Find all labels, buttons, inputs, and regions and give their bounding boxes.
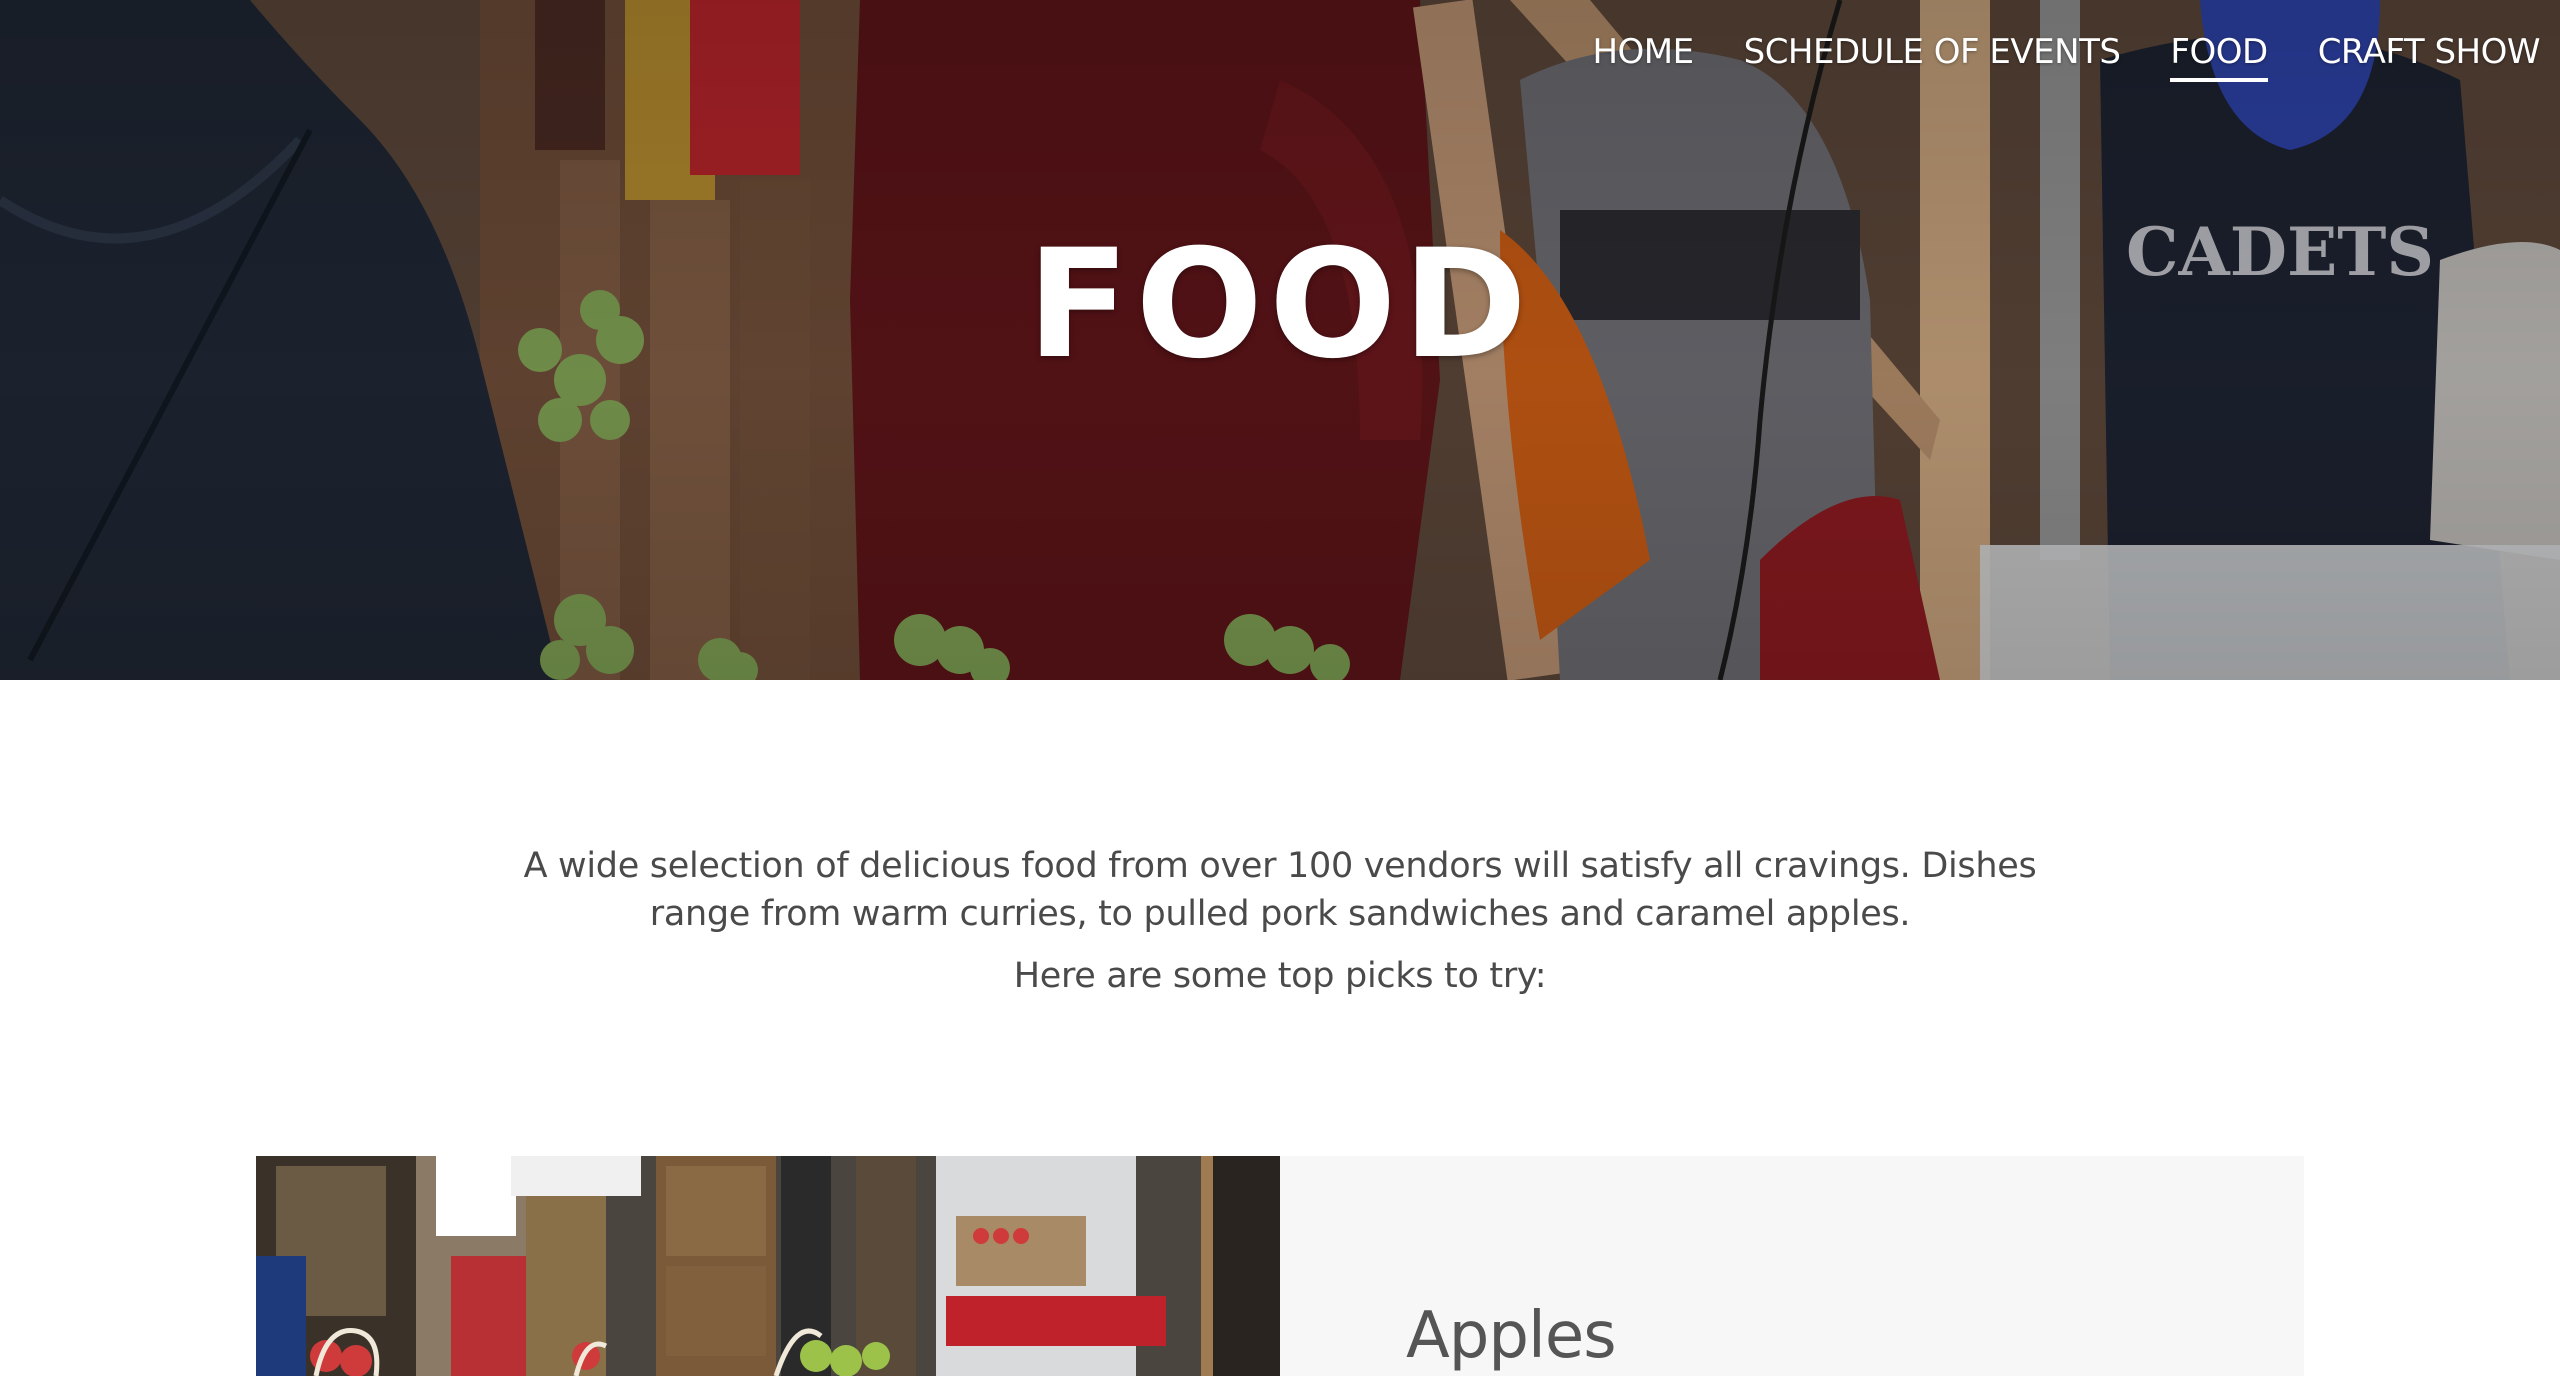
intro-text: A wide selection of delicious food from …	[523, 846, 2037, 934]
top-picks-text: Here are some top picks to try:	[1013, 956, 1547, 996]
food-card-photo	[256, 1156, 1280, 1376]
hero-banner: CADETS HOME SCHEDULE OF EVENTS FOOD CRAF…	[0, 0, 2560, 680]
intro-section: A wide selection of delicious food from …	[480, 842, 2080, 1000]
nav-item-schedule-of-events[interactable]: SCHEDULE OF EVENTS	[1744, 28, 2121, 76]
nav-item-home[interactable]: HOME	[1592, 28, 1694, 76]
main-nav: HOME SCHEDULE OF EVENTS FOOD CRAFT SHOW	[1592, 28, 2541, 84]
food-card-panel: Apples	[1280, 1156, 2304, 1376]
nav-item-food[interactable]: FOOD	[2170, 28, 2268, 82]
apples-market-photo	[256, 1156, 1280, 1376]
page-title: FOOD	[1026, 218, 1533, 392]
food-card: Apples	[256, 1156, 2304, 1376]
nav-item-craft-show[interactable]: CRAFT SHOW	[2318, 28, 2541, 76]
food-card-title: Apples	[1406, 1299, 1617, 1373]
